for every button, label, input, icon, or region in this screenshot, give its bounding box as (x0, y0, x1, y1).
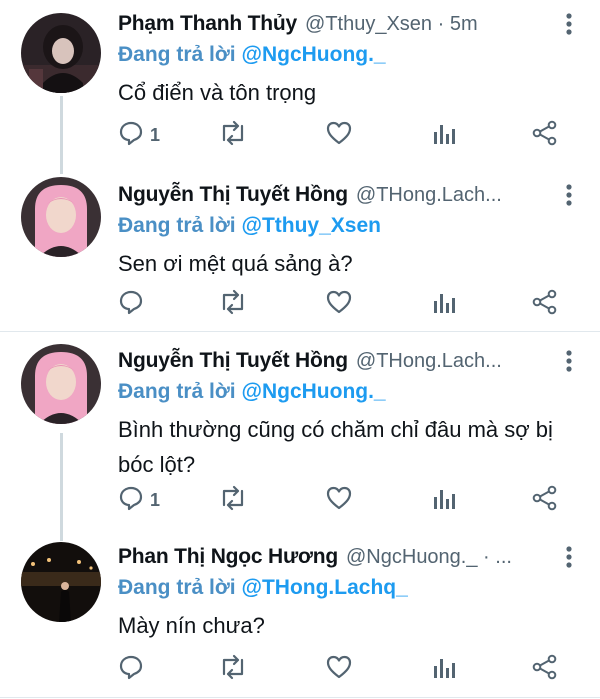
share-button[interactable] (532, 118, 558, 152)
author-handle[interactable]: @NgcHuong._ · ... (346, 546, 512, 569)
like-button[interactable] (326, 652, 352, 686)
retweet-icon (218, 485, 248, 516)
reply-mention-link[interactable]: @NgcHuong._ (241, 43, 385, 66)
tweet-text: Bình thường cũng có chăm chỉ đâu mà sợ b… (118, 417, 553, 477)
views-icon (432, 120, 456, 151)
tweet-text: Cổ điển và tôn trọng (118, 80, 317, 105)
like-button[interactable] (326, 483, 352, 517)
reply-button[interactable] (118, 287, 150, 321)
tweet-text: Mày nín chưa? (118, 613, 265, 638)
avatar[interactable] (21, 542, 101, 622)
reply-icon (118, 654, 144, 685)
share-icon (532, 289, 558, 320)
reply-prefix: Đang trả lời (118, 43, 236, 66)
avatar[interactable] (21, 344, 101, 424)
author-name[interactable]: Nguyễn Thị Tuyết Hồng (118, 183, 348, 207)
tweet[interactable]: Nguyễn Thị Tuyết Hồng @THong.Lach... Đan… (0, 332, 600, 530)
reply-context: Đang trả lời @Tthuy_Xsen (118, 214, 580, 238)
reply-button[interactable]: 1 (118, 483, 160, 517)
reply-button[interactable] (118, 652, 150, 686)
share-button[interactable] (532, 287, 558, 321)
like-icon (326, 289, 352, 320)
action-bar (118, 287, 558, 321)
reply-context: Đang trả lời @THong.Lachq_ (118, 576, 580, 600)
reply-count: 1 (150, 489, 161, 510)
tweet[interactable]: Phạm Thanh Thủy @Tthuy_Xsen · 5m Đang tr… (0, 0, 600, 175)
retweet-icon (218, 654, 248, 685)
reply-context: Đang trả lời @NgcHuong._ (118, 380, 580, 404)
share-icon (532, 120, 558, 151)
author-name[interactable]: Phạm Thanh Thủy (118, 12, 297, 36)
reply-mention-link[interactable]: @Tthuy_Xsen (241, 214, 381, 237)
retweet-button[interactable] (218, 652, 248, 686)
share-button[interactable] (532, 652, 558, 686)
views-icon (432, 289, 456, 320)
like-button[interactable] (326, 118, 352, 152)
share-icon (532, 654, 558, 685)
divider (0, 697, 600, 698)
retweet-icon (218, 120, 248, 151)
reply-mention-link[interactable]: @THong.Lachq_ (241, 576, 407, 599)
retweet-icon (218, 289, 248, 320)
reply-prefix: Đang trả lời (118, 214, 236, 237)
action-bar: 1 (118, 118, 558, 152)
more-icon[interactable] (558, 348, 580, 374)
more-icon[interactable] (558, 544, 580, 570)
share-button[interactable] (532, 483, 558, 517)
views-button[interactable] (432, 287, 456, 321)
like-icon (326, 120, 352, 151)
reply-icon (118, 289, 144, 320)
avatar[interactable] (21, 13, 101, 93)
reply-count: 1 (150, 124, 161, 145)
reply-prefix: Đang trả lời (118, 380, 236, 403)
share-icon (532, 485, 558, 516)
author-name[interactable]: Phan Thị Ngọc Hương (118, 545, 338, 569)
retweet-button[interactable] (218, 118, 248, 152)
tweet[interactable]: Phan Thị Ngọc Hương @NgcHuong._ · ... Đa… (0, 530, 600, 699)
author-handle[interactable]: @THong.Lach... (356, 350, 502, 373)
author-handle[interactable]: @Tthuy_Xsen · 5m (305, 13, 478, 36)
like-button[interactable] (326, 287, 352, 321)
views-icon (432, 654, 456, 685)
reply-icon (118, 485, 144, 516)
more-icon[interactable] (558, 11, 580, 37)
reply-context: Đang trả lời @NgcHuong._ (118, 43, 580, 67)
action-bar: 1 (118, 483, 558, 517)
tweet-text: Sen ơi mệt quá sảng à? (118, 251, 353, 276)
retweet-button[interactable] (218, 483, 248, 517)
reply-prefix: Đang trả lời (118, 576, 236, 599)
reply-mention-link[interactable]: @NgcHuong._ (241, 380, 385, 403)
reply-button[interactable]: 1 (118, 118, 160, 152)
views-icon (432, 485, 456, 516)
views-button[interactable] (432, 652, 456, 686)
author-handle[interactable]: @THong.Lach... (356, 184, 502, 207)
like-icon (326, 654, 352, 685)
more-icon[interactable] (558, 182, 580, 208)
action-bar (118, 652, 558, 686)
like-icon (326, 485, 352, 516)
tweet[interactable]: Nguyễn Thị Tuyết Hồng @THong.Lach... Đan… (0, 175, 600, 331)
views-button[interactable] (432, 118, 456, 152)
reply-icon (118, 120, 144, 151)
avatar[interactable] (21, 177, 101, 257)
retweet-button[interactable] (218, 287, 248, 321)
views-button[interactable] (432, 483, 456, 517)
author-name[interactable]: Nguyễn Thị Tuyết Hồng (118, 349, 348, 373)
